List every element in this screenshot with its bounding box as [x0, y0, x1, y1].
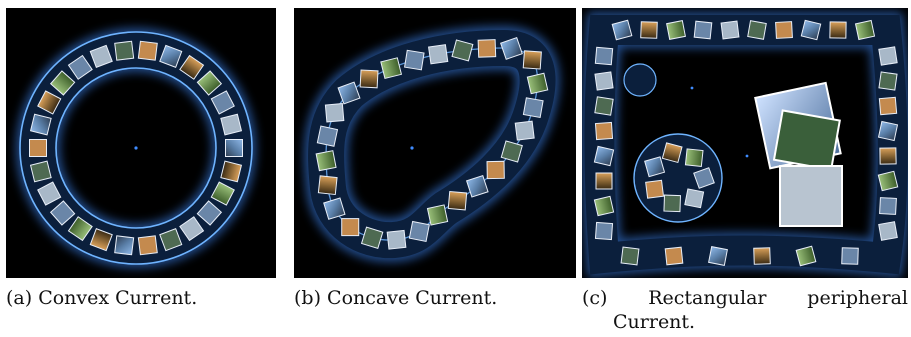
photo-thumbnail — [315, 150, 337, 172]
caption-word-peripheral: peripheral — [807, 287, 908, 309]
photo-thumbnail — [693, 20, 713, 40]
photo-thumbnail — [522, 97, 544, 119]
photo-thumbnail — [645, 179, 665, 199]
photo-thumbnail — [720, 20, 740, 40]
figure-c-panel — [582, 8, 908, 278]
photo-thumbnail — [594, 121, 614, 141]
photo-thumbnail — [526, 72, 549, 95]
photo-thumbnail — [747, 20, 767, 40]
photo-thumbnail — [386, 229, 407, 250]
photo-thumbnail — [593, 195, 615, 217]
current-center-dot — [690, 86, 694, 90]
photo-thumbnail — [359, 69, 379, 89]
photo-thumbnail — [666, 20, 686, 40]
photo-thumbnail — [324, 103, 345, 123]
photo-thumbnail — [316, 125, 339, 147]
caption-label: (c) — [582, 287, 608, 309]
photo-thumbnail — [486, 160, 505, 180]
photo-thumbnail — [477, 39, 497, 58]
concave-current-view — [304, 25, 560, 263]
figure-a-panel — [6, 8, 276, 278]
photo-thumbnail — [137, 40, 158, 61]
photo-thumbnail — [753, 247, 771, 265]
photo-thumbnail — [29, 113, 52, 136]
photo-thumbnail — [800, 19, 822, 41]
photo-thumbnail — [640, 21, 658, 39]
photo-thumbnail — [611, 19, 633, 41]
figure-c-caption: (c) Rectangular peripheral Current. — [582, 286, 908, 334]
photo-thumbnail — [594, 221, 614, 241]
current-center-dot — [134, 146, 138, 150]
photo-thumbnail — [428, 44, 449, 65]
photo-thumbnail — [663, 194, 682, 213]
photo-thumbnail — [595, 172, 613, 190]
photo-thumbnail — [877, 170, 899, 192]
photo-thumbnail — [829, 21, 847, 39]
photo-thumbnail — [514, 120, 535, 141]
photo-thumbnail — [878, 71, 898, 91]
photo-thumbnail — [664, 246, 684, 266]
large-photo-3 — [779, 165, 843, 227]
photo-thumbnail — [878, 46, 898, 66]
current-center-dot — [410, 146, 414, 150]
photo-thumbnail — [795, 245, 817, 267]
photo-thumbnail — [620, 246, 640, 266]
photo-thumbnail — [841, 247, 859, 265]
photo-thumbnails — [593, 19, 899, 267]
current-center-dot-2 — [745, 154, 749, 158]
photo-thumbnail — [522, 50, 542, 70]
photo-thumbnail — [29, 139, 47, 157]
figure-b-caption: (b) Concave Current. — [294, 287, 498, 309]
photo-thumbnail — [878, 96, 898, 116]
photo-thumbnail — [408, 220, 430, 242]
small-current-circle — [623, 63, 657, 97]
photo-thumbnail — [593, 145, 615, 167]
photo-thumbnail — [879, 197, 897, 215]
photo-thumbnail — [380, 57, 403, 80]
photo-thumbnail — [877, 120, 899, 142]
photo-thumbnail — [317, 175, 338, 196]
photo-thumbnail — [114, 235, 135, 256]
photo-thumbnail — [114, 40, 135, 61]
photo-thumbnail — [594, 46, 614, 66]
photo-thumbnail — [220, 113, 243, 136]
photo-thumbnail — [29, 160, 52, 183]
photo-thumbnail — [708, 246, 728, 266]
photo-thumbnail — [684, 188, 705, 209]
photo-thumbnail — [775, 21, 793, 39]
rectangular-current-view — [582, 12, 908, 278]
photo-thumbnail — [426, 204, 449, 226]
photo-thumbnail — [879, 147, 897, 165]
figure-b-panel — [294, 8, 576, 278]
photo-thumbnail — [341, 218, 360, 237]
photo-thumbnail — [225, 139, 243, 157]
photo-thumbnail — [684, 148, 704, 168]
photo-thumbnail — [854, 19, 876, 41]
photo-thumbnail — [594, 71, 614, 91]
photo-thumbnail — [220, 160, 243, 183]
photo-thumbnail — [451, 39, 474, 62]
large-photo-2 — [772, 109, 841, 171]
convex-current-view — [16, 28, 256, 268]
photo-thumbnail — [878, 221, 898, 241]
photo-thumbnail — [594, 96, 614, 116]
photo-thumbnail — [447, 190, 468, 211]
photo-thumbnail — [661, 142, 683, 164]
figure-a-caption: (a) Convex Current. — [6, 287, 198, 309]
photo-thumbnail — [137, 235, 158, 256]
photo-thumbnail — [404, 49, 425, 71]
caption-line-2: Current. — [613, 311, 696, 333]
caption-word-rectangular: Rectangular — [648, 287, 767, 309]
